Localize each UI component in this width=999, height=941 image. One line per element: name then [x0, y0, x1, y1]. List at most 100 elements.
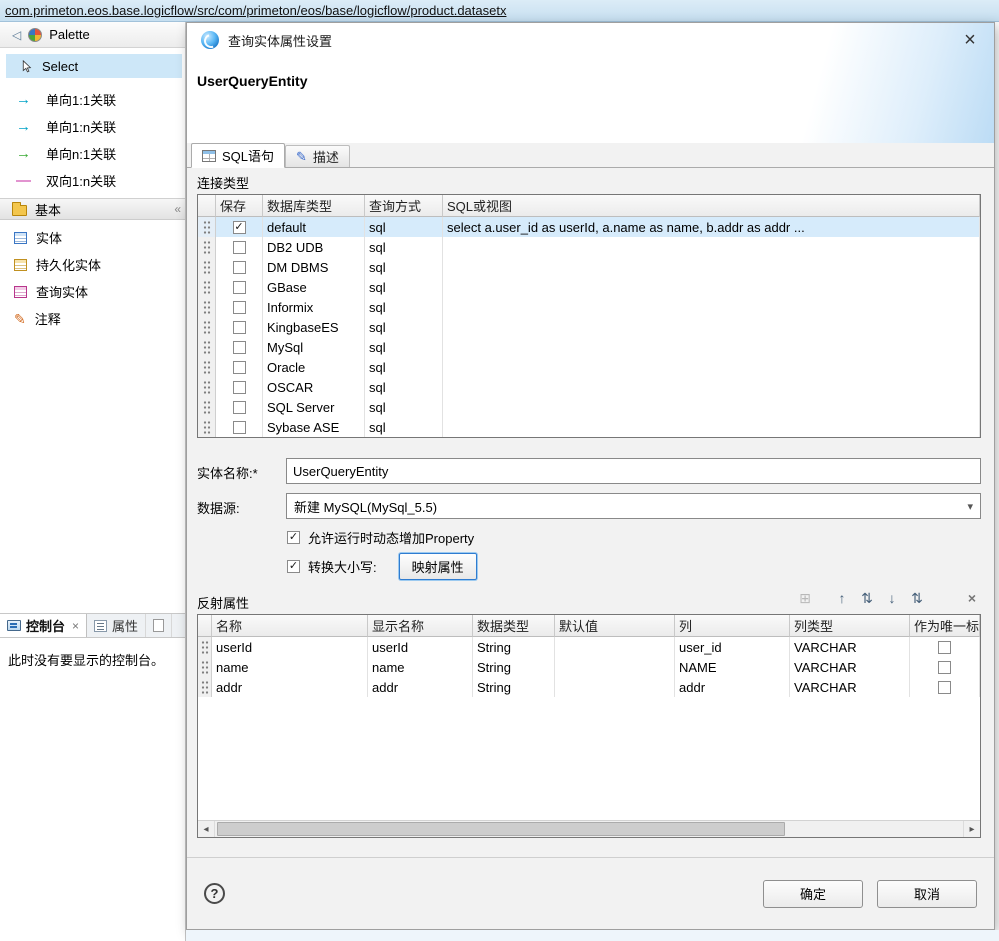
save-checkbox[interactable] — [233, 381, 246, 394]
palette-section-basic[interactable]: 基本 « — [0, 198, 185, 220]
palette-item-select[interactable]: Select — [6, 54, 182, 78]
query-mode-cell[interactable]: sql — [365, 297, 443, 317]
db-type-cell[interactable]: Informix — [263, 297, 365, 317]
display-name-cell[interactable]: name — [368, 657, 473, 677]
palette-item-persistent-entity[interactable]: 持久化实体 — [0, 251, 185, 278]
delete-icon[interactable]: × — [963, 589, 981, 607]
unique-checkbox[interactable] — [938, 641, 951, 654]
save-checkbox[interactable] — [233, 401, 246, 414]
save-checkbox-cell[interactable] — [216, 257, 263, 277]
move-down-icon[interactable]: ↓ — [883, 589, 901, 607]
col-header-unique[interactable]: 作为唯一标... — [910, 615, 980, 637]
scroll-right-icon[interactable]: ▸ — [963, 821, 980, 837]
query-mode-cell[interactable]: sql — [365, 257, 443, 277]
data-type-cell[interactable]: String — [473, 657, 555, 677]
save-checkbox-cell[interactable] — [216, 317, 263, 337]
sql-table-row[interactable]: MySqlsql — [198, 337, 980, 357]
row-handle[interactable] — [198, 417, 216, 437]
row-handle[interactable] — [198, 637, 212, 657]
palette-item-rel-bidir[interactable]: — 双向1:n关联 — [0, 167, 185, 194]
sql-cell[interactable]: select a.user_id as userId, a.name as na… — [443, 217, 980, 237]
sql-table-row[interactable]: OSCARsql — [198, 377, 980, 397]
query-mode-cell[interactable]: sql — [365, 277, 443, 297]
db-type-cell[interactable]: Oracle — [263, 357, 365, 377]
col-header-column-type[interactable]: 列类型 — [790, 615, 910, 637]
db-type-cell[interactable]: DM DBMS — [263, 257, 365, 277]
save-checkbox[interactable] — [233, 301, 246, 314]
entity-name-input[interactable] — [286, 458, 981, 484]
name-cell[interactable]: addr — [212, 677, 368, 697]
col-header-column[interactable]: 列 — [675, 615, 790, 637]
db-type-cell[interactable]: KingbaseES — [263, 317, 365, 337]
palette-item-entity[interactable]: 实体 — [0, 224, 185, 251]
row-handle[interactable] — [198, 237, 216, 257]
scroll-left-icon[interactable]: ◂ — [198, 821, 215, 837]
row-handle[interactable] — [198, 317, 216, 337]
row-handle[interactable] — [198, 357, 216, 377]
save-checkbox[interactable] — [233, 261, 246, 274]
collapse-palette-icon[interactable]: ◁ — [12, 28, 21, 42]
map-properties-button[interactable]: 映射属性 — [399, 553, 477, 580]
sql-cell[interactable] — [443, 257, 980, 277]
save-checkbox[interactable] — [233, 341, 246, 354]
palette-item-rel-1to1[interactable]: → 单向1:1关联 — [0, 86, 185, 113]
palette-item-query-entity[interactable]: 查询实体 — [0, 278, 185, 305]
sort-desc-icon[interactable]: ⇅ — [908, 589, 926, 607]
save-checkbox-cell[interactable] — [216, 297, 263, 317]
unique-checkbox-cell[interactable] — [910, 657, 980, 677]
sort-asc-icon[interactable]: ⇅ — [858, 589, 876, 607]
db-type-cell[interactable]: OSCAR — [263, 377, 365, 397]
unique-checkbox-cell[interactable] — [910, 637, 980, 657]
prop-table-row[interactable]: addraddrStringaddrVARCHAR — [198, 677, 980, 697]
col-header-default[interactable]: 默认值 — [555, 615, 675, 637]
col-header-dbtype[interactable]: 数据库类型 — [263, 195, 365, 217]
col-header-sql[interactable]: SQL或视图 — [443, 195, 980, 217]
save-checkbox-cell[interactable] — [216, 277, 263, 297]
unique-checkbox[interactable] — [938, 681, 951, 694]
row-handle[interactable] — [198, 657, 212, 677]
sql-cell[interactable] — [443, 237, 980, 257]
save-checkbox-cell[interactable] — [216, 397, 263, 417]
db-type-cell[interactable]: Sybase ASE — [263, 417, 365, 437]
sql-table-row[interactable]: KingbaseESsql — [198, 317, 980, 337]
sql-table-row[interactable]: ✓defaultsqlselect a.user_id as userId, a… — [198, 217, 980, 237]
tab-partial[interactable] — [146, 614, 172, 637]
save-checkbox[interactable] — [233, 361, 246, 374]
save-checkbox-cell[interactable] — [216, 377, 263, 397]
sql-table-row[interactable]: GBasesql — [198, 277, 980, 297]
prop-table-row[interactable]: namenameStringNAMEVARCHAR — [198, 657, 980, 677]
column-type-cell[interactable]: VARCHAR — [790, 677, 910, 697]
tab-description[interactable]: ✎ 描述 — [285, 145, 350, 167]
sql-cell[interactable] — [443, 297, 980, 317]
move-up-icon[interactable]: ↑ — [833, 589, 851, 607]
column-cell[interactable]: user_id — [675, 637, 790, 657]
sql-table-row[interactable]: DM DBMSsql — [198, 257, 980, 277]
db-type-cell[interactable]: SQL Server — [263, 397, 365, 417]
sql-cell[interactable] — [443, 357, 980, 377]
display-name-cell[interactable]: userId — [368, 637, 473, 657]
case-convert-checkbox[interactable]: ✓ — [287, 560, 300, 573]
save-checkbox-cell[interactable] — [216, 337, 263, 357]
column-cell[interactable]: addr — [675, 677, 790, 697]
tab-properties[interactable]: 属性 — [87, 614, 146, 637]
column-cell[interactable]: NAME — [675, 657, 790, 677]
horizontal-scrollbar[interactable]: ◂ ▸ — [198, 820, 980, 837]
save-checkbox[interactable] — [233, 321, 246, 334]
sql-cell[interactable] — [443, 417, 980, 437]
row-handle[interactable] — [198, 677, 212, 697]
sql-table-row[interactable]: Sybase ASEsql — [198, 417, 980, 437]
row-handle[interactable] — [198, 277, 216, 297]
col-header-name[interactable]: 名称 — [212, 615, 368, 637]
sql-table-row[interactable]: Oraclesql — [198, 357, 980, 377]
save-checkbox[interactable] — [233, 241, 246, 254]
editor-tab-title[interactable]: com.primeton.eos.base.logicflow/src/com/… — [0, 0, 999, 22]
close-dialog-button[interactable]: × — [960, 31, 980, 49]
palette-item-note[interactable]: ✎ 注释 — [0, 305, 185, 332]
save-checkbox[interactable] — [233, 281, 246, 294]
sql-table-row[interactable]: Informixsql — [198, 297, 980, 317]
palette-item-rel-nto1[interactable]: → 单向n:1关联 — [0, 140, 185, 167]
unique-checkbox-cell[interactable] — [910, 677, 980, 697]
save-checkbox-cell[interactable] — [216, 417, 263, 437]
close-tab-icon[interactable]: × — [72, 619, 79, 633]
save-checkbox-cell[interactable]: ✓ — [216, 217, 263, 237]
